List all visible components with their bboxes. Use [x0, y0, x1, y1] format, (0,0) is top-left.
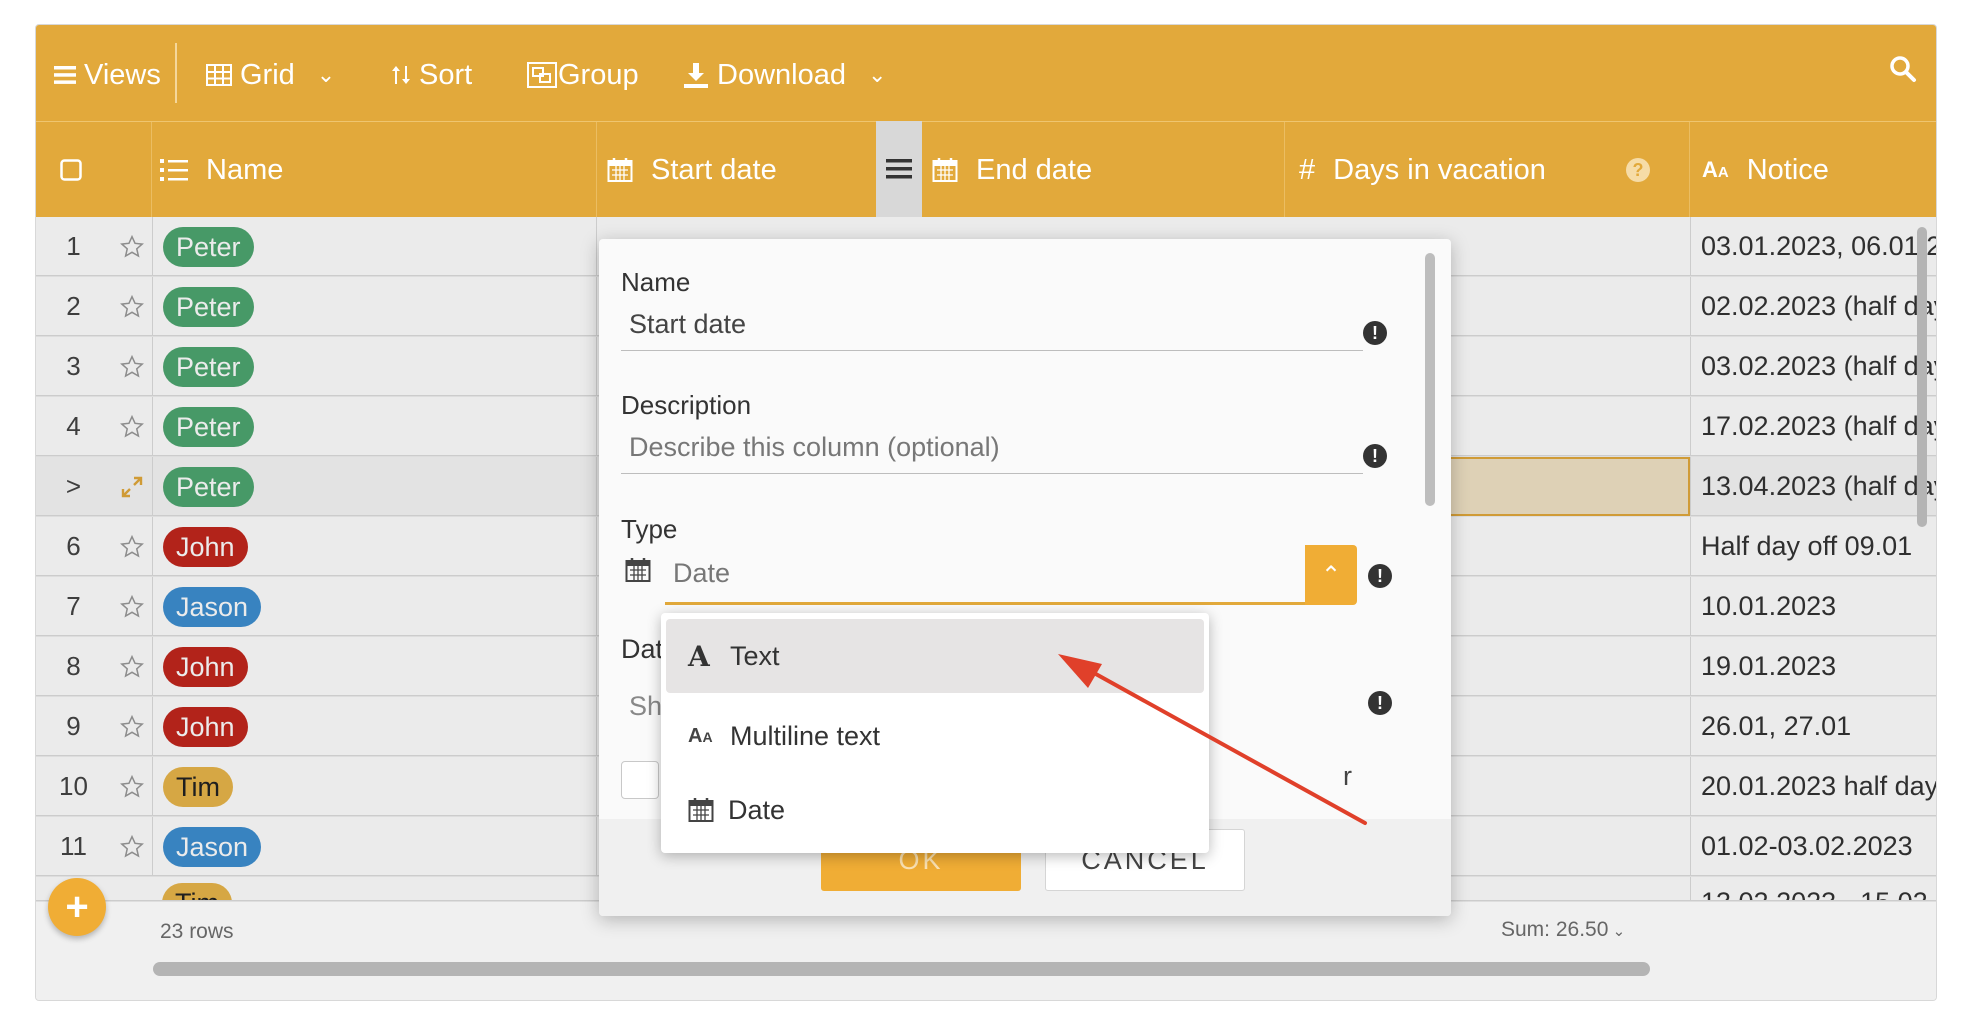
column-header-name[interactable]: Name [152, 122, 597, 218]
download-label: Download [717, 58, 846, 91]
option-label: Date [728, 794, 786, 825]
sort-icon [392, 66, 410, 84]
type-option-date[interactable]: Date [666, 773, 1204, 847]
select-all-checkbox[interactable] [36, 122, 152, 218]
toolbar: Views Grid ⌄ Sort Group Download ⌄ [36, 25, 1936, 121]
hamburger-icon [54, 66, 76, 84]
sum-value: Sum: 26.50 [1501, 918, 1609, 941]
grid-label: Grid [240, 58, 295, 91]
toolbar-divider [175, 43, 177, 103]
calendar-icon [607, 158, 633, 182]
sort-button[interactable]: Sort [391, 55, 472, 95]
grid-view-button[interactable]: Grid ⌄ [206, 55, 335, 95]
multiline-text-icon: AA [688, 724, 713, 747]
column-header-label: Notice [1746, 153, 1829, 186]
date-format-label: Dat [621, 634, 664, 664]
help-icon[interactable]: ? [1626, 158, 1650, 182]
calendar-icon [625, 558, 651, 582]
sort-label: Sort [419, 58, 473, 91]
type-value: Date [673, 558, 731, 588]
column-header-notice[interactable]: AA Notice [1690, 122, 1936, 218]
option-label: Text [730, 640, 780, 671]
calendar-icon [688, 798, 714, 822]
column-name-input[interactable]: Start date [621, 299, 1363, 351]
name-label: Name [621, 267, 691, 297]
add-row-button[interactable]: + [48, 878, 106, 936]
sum-summary[interactable]: Sum: 26.50 ⌄ [1501, 918, 1625, 942]
type-options-menu: A Text AA Multiline text Date [661, 613, 1209, 853]
column-header-end-date[interactable]: End date [922, 122, 1285, 218]
column-menu-button[interactable] [876, 121, 922, 217]
group-button[interactable]: Group [526, 55, 639, 95]
hash-icon: # [1299, 153, 1316, 186]
column-header-label: Start date [651, 153, 777, 186]
table-footer: + 23 rows Sum: 26.50 ⌄ [36, 878, 1936, 1000]
checkbox-label: r [1343, 761, 1352, 791]
hamburger-icon [886, 159, 912, 179]
type-label: Type [621, 514, 678, 544]
group-icon [527, 62, 557, 88]
info-icon: ! [1363, 321, 1387, 345]
group-label: Group [558, 58, 639, 91]
column-header-days[interactable]: # Days in vacation ? [1285, 122, 1690, 218]
info-icon: ! [1363, 444, 1387, 468]
calendar-icon [932, 158, 958, 182]
download-icon [684, 63, 708, 88]
column-header-label: End date [976, 153, 1093, 186]
checkbox-icon [60, 159, 82, 181]
date-format-input[interactable]: Sh [629, 691, 662, 722]
option-checkbox[interactable] [621, 761, 659, 799]
description-input[interactable]: Describe this column (optional) [621, 422, 1363, 474]
dialog-scrollbar[interactable] [1425, 253, 1435, 506]
table-app: Views Grid ⌄ Sort Group Download ⌄ Name … [35, 24, 1937, 1001]
option-label: Multiline text [730, 720, 881, 751]
text-type-icon: A [688, 639, 710, 673]
type-select[interactable]: Date [665, 545, 1305, 605]
vertical-scrollbar[interactable] [1917, 227, 1927, 527]
grid-icon [206, 64, 232, 86]
chevron-down-icon: ⌄ [867, 62, 887, 87]
info-icon: ! [1368, 564, 1392, 588]
chevron-down-icon: ⌄ [316, 62, 336, 87]
info-icon: ! [1368, 691, 1392, 715]
multiline-text-icon: AA [1702, 157, 1729, 182]
column-header-row: Name Start date End date # Days in vacat… [36, 121, 1936, 218]
chevron-up-icon: ⌃ [1320, 561, 1342, 589]
row-count: 23 rows [160, 920, 234, 943]
type-dropdown-toggle[interactable]: ⌃ [1305, 545, 1357, 605]
horizontal-scrollbar[interactable] [153, 962, 1650, 976]
type-option-text[interactable]: A Text [666, 619, 1204, 693]
description-label: Description [621, 390, 752, 420]
search-icon[interactable] [1889, 55, 1917, 83]
column-header-label: Days in vacation [1333, 153, 1546, 186]
column-header-label: Name [206, 153, 284, 186]
type-option-multiline-text[interactable]: AA Multiline text [666, 699, 1204, 773]
column-header-start-date[interactable]: Start date [597, 122, 922, 218]
list-icon [160, 159, 188, 181]
chevron-down-icon: ⌄ [1608, 923, 1626, 940]
download-button[interactable]: Download ⌄ [683, 55, 886, 95]
views-label: Views [84, 58, 161, 91]
plus-icon: + [65, 884, 89, 929]
views-button[interactable]: Views [54, 55, 161, 95]
